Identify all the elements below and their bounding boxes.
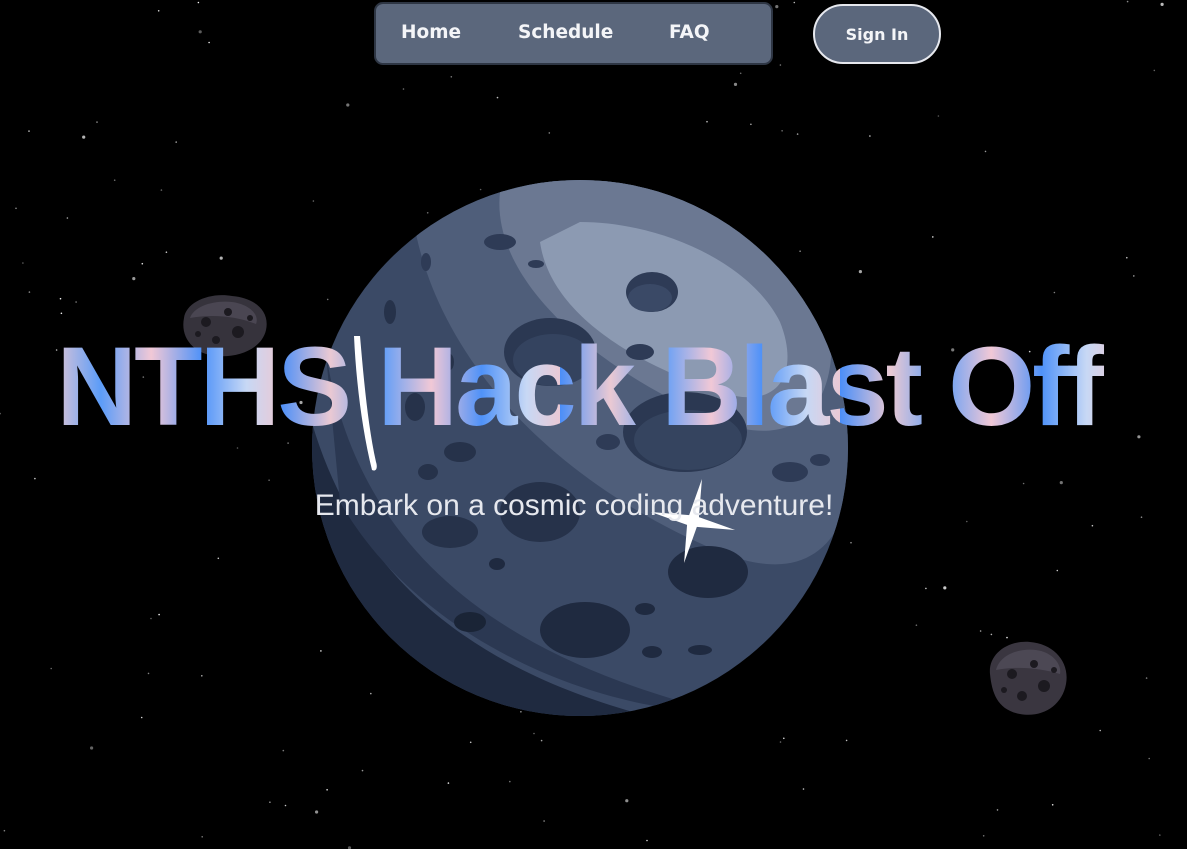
star-dot <box>219 256 223 260</box>
star-dot <box>217 557 220 560</box>
star-dot <box>198 30 202 34</box>
star-dot <box>783 737 785 740</box>
star-dot <box>361 769 364 772</box>
star-dot <box>469 741 472 744</box>
star-dot <box>268 479 270 482</box>
star-dot <box>1056 569 1059 572</box>
star-dot <box>802 788 805 790</box>
star-dot <box>1059 481 1063 485</box>
star-dot <box>979 630 982 632</box>
star-dot <box>982 835 985 837</box>
nav-link-home[interactable]: Home <box>401 22 461 43</box>
star-dot <box>779 64 782 66</box>
star-dot <box>733 82 738 86</box>
star-dot <box>15 207 17 210</box>
star-dot <box>165 251 168 253</box>
star-dot <box>1126 0 1129 3</box>
star-dot <box>59 297 62 300</box>
star-dot <box>60 312 63 315</box>
star-dot <box>984 150 987 153</box>
star-dot <box>793 1 796 4</box>
star-dot <box>925 587 927 590</box>
star-dot <box>346 103 350 107</box>
star-dot <box>22 262 24 264</box>
star-dot <box>1051 804 1054 806</box>
star-dot <box>141 262 144 265</box>
star-dot <box>646 839 648 842</box>
star-dot <box>28 130 30 132</box>
star-dot <box>625 799 629 803</box>
star-dot <box>157 10 160 12</box>
main-navigation: Home Schedule FAQ <box>374 2 773 65</box>
star-dot <box>269 801 271 803</box>
star-dot <box>28 291 31 293</box>
star-dot <box>284 804 287 807</box>
star-dot <box>282 749 285 752</box>
star-dot <box>533 732 535 735</box>
star-dot <box>197 1 200 4</box>
star-dot <box>132 277 136 281</box>
star-dot <box>402 88 405 90</box>
star-dot <box>326 789 328 791</box>
asteroid-right-icon <box>989 641 1067 715</box>
star-dot <box>1099 729 1101 732</box>
star-dot <box>750 123 752 126</box>
star-dot <box>3 829 6 832</box>
star-dot <box>447 782 450 784</box>
star-dot <box>781 130 783 132</box>
star-dot <box>543 820 545 822</box>
star-dot <box>540 739 543 742</box>
star-dot <box>34 477 36 480</box>
star-dot <box>845 739 848 742</box>
star-dot <box>1133 275 1135 277</box>
star-dot <box>160 189 163 191</box>
star-dot <box>450 76 453 78</box>
star-dot <box>496 96 499 99</box>
star-dot <box>113 179 116 181</box>
hero-title: NTHS Hack Blast Off <box>0 322 1157 452</box>
star-dot <box>706 120 708 123</box>
star-dot <box>796 133 799 135</box>
star-dot <box>932 236 934 238</box>
star-dot <box>150 617 152 620</box>
star-dot <box>775 5 779 9</box>
star-dot <box>1145 677 1148 679</box>
star-dot <box>996 809 999 811</box>
star-dot <box>1160 2 1164 6</box>
star-dot <box>915 624 918 626</box>
nav-link-schedule[interactable]: Schedule <box>518 22 613 43</box>
star-dot <box>548 132 551 134</box>
star-dot <box>75 301 77 303</box>
star-dot <box>1022 482 1025 485</box>
star-dot <box>1091 524 1094 527</box>
star-dot <box>90 746 94 750</box>
star-dot <box>1159 834 1161 836</box>
star-dot <box>66 217 69 219</box>
star-dot <box>1126 256 1128 259</box>
star-dot <box>147 672 150 675</box>
star-dot <box>509 780 511 783</box>
star-dot <box>739 72 742 75</box>
star-dot <box>943 586 947 590</box>
star-dot <box>82 135 86 139</box>
star-dot <box>869 135 871 137</box>
star-dot <box>779 741 782 743</box>
star-dot <box>208 41 210 44</box>
star-dot <box>937 115 940 117</box>
star-dot <box>315 810 319 814</box>
star-dot <box>1153 69 1156 72</box>
star-dot <box>201 675 203 677</box>
star-dot <box>1148 757 1150 760</box>
star-dot <box>140 716 143 719</box>
star-dot <box>201 836 203 838</box>
star-dot <box>50 667 52 670</box>
star-dot <box>1053 291 1056 294</box>
sign-in-button[interactable]: Sign In <box>813 4 941 64</box>
star-dot <box>175 141 177 143</box>
nav-link-faq[interactable]: FAQ <box>669 22 710 43</box>
star-dot <box>96 121 98 123</box>
star-dot <box>158 613 160 616</box>
hero-subtitle: Embark on a cosmic coding adventure! <box>314 489 834 522</box>
